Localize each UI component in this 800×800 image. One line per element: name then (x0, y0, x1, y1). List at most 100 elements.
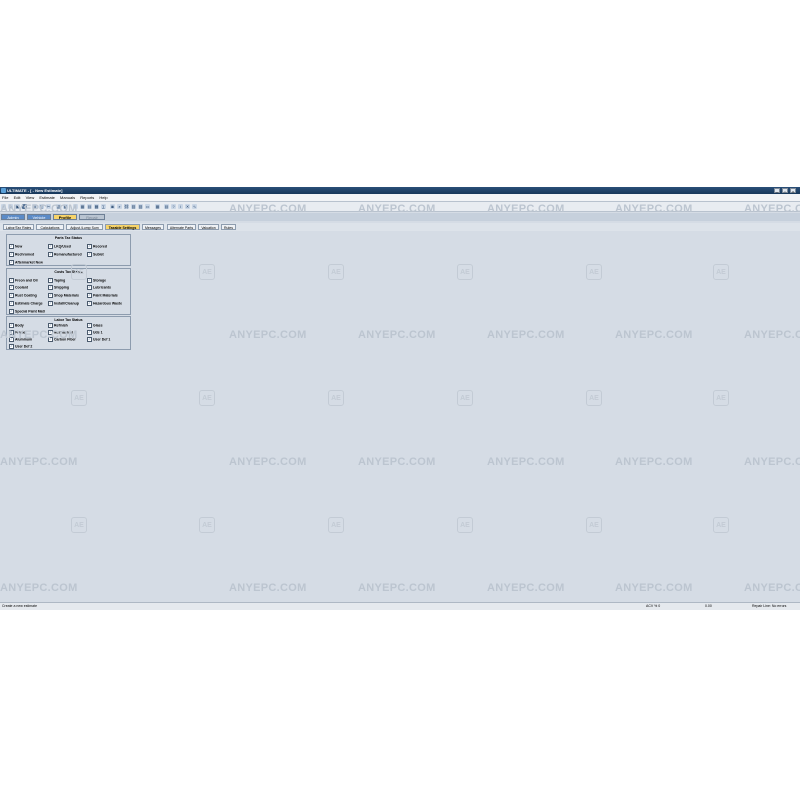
watermark-text: ANYEPC.COM (358, 329, 436, 341)
checkbox-rust-coating[interactable]: ✓ Rust Coating (9, 293, 37, 298)
watermark-text: ANYEPC.COM (358, 456, 436, 468)
checkbox-lubricants[interactable]: ✓ Lubricants (87, 285, 111, 290)
photo-icon[interactable]: ◙ (110, 204, 115, 209)
total-icon[interactable]: ∑ (101, 204, 106, 209)
help-icon[interactable]: ? (171, 204, 176, 209)
group-title: Labor Tax Status (54, 318, 83, 322)
menu-estimate[interactable]: Estimate (37, 194, 57, 200)
info-icon[interactable]: i (178, 204, 183, 209)
watermark-badge-icon: AE (457, 390, 473, 406)
watermark-text: ANYEPC.COM (0, 329, 78, 341)
tab-valuation[interactable]: Valuation (198, 224, 219, 230)
status-message: Create a new estimate (2, 604, 38, 608)
watermark-text: ANYEPC.COM (744, 203, 800, 215)
tab-taxable-settings[interactable]: Taxable Settings (105, 224, 140, 230)
menu-edit[interactable]: Edit (12, 194, 23, 200)
watermark-text: ANYEPC.COM (0, 582, 78, 594)
tab-calculations[interactable]: Calculations (36, 224, 64, 230)
menu-view[interactable]: View (24, 194, 37, 200)
menu-reports[interactable]: Reports (78, 194, 96, 200)
watermark-text: ANYEPC.COM (229, 582, 307, 594)
checkbox-uds-1[interactable]: ✓ Uds 1 (87, 330, 103, 335)
app-icon (1, 188, 6, 193)
tab-messages[interactable]: Messages (142, 224, 164, 230)
menu-help[interactable]: Help (97, 194, 109, 200)
signal-icon[interactable]: ∿ (192, 204, 197, 209)
close-icon[interactable]: × (790, 188, 796, 194)
status-repair-line: Repair Line: No errors (752, 604, 787, 608)
watermark-badge-icon: AE (586, 517, 602, 533)
checkbox-sublet[interactable]: ✓ Sublet (87, 252, 104, 257)
report-icon[interactable]: ▤ (87, 204, 92, 209)
costs-tax-status-group: Costs Tax Status ✓ Freon and Oil ✓ Taping … (6, 268, 131, 315)
watermark-badge-icon: AE (71, 517, 87, 533)
folder-icon[interactable]: ▭ (145, 204, 150, 209)
watermark-text: ANYEPC.COM (615, 203, 693, 215)
watermark-text: ANYEPC.COM (0, 456, 78, 468)
watermark-text: ANYEPC.COM (487, 456, 565, 468)
checkbox-install-cleanup[interactable]: ✓ Install/Cleanup (48, 301, 79, 306)
checkbox-estimate-charge[interactable]: ✓ Estimate Charge (9, 301, 43, 306)
tab-adjust-lump-sum[interactable]: Adjust./Lump Sum (66, 224, 103, 230)
watermark-badge-icon: AE (457, 517, 473, 533)
checkbox-paint-materials[interactable]: ✓ Paint Materials (87, 293, 118, 298)
tab-rules[interactable]: Rules (221, 224, 236, 230)
checkbox-body[interactable]: ✓ Body (9, 323, 24, 328)
watermark-badge-icon: AE (713, 264, 729, 280)
group-title: Parts Tax Status (54, 236, 83, 240)
watermark-badge-icon: AE (713, 390, 729, 406)
minimize-icon[interactable]: – (774, 188, 780, 194)
tab-alternate-parts[interactable]: Alternate Parts (167, 224, 196, 230)
calculator-icon[interactable]: ▩ (94, 204, 99, 209)
checkbox-hazardous-waste[interactable]: ✓ Hazardous Waste (87, 301, 122, 306)
link-icon[interactable]: ⛓ (124, 204, 129, 209)
checkbox-shop-materials[interactable]: ✓ Shop Materials (48, 293, 79, 298)
checkbox-storage[interactable]: ✓ Storage (87, 278, 106, 283)
watermark-badge-icon: AE (328, 517, 344, 533)
watermark-text: ANYEPC.COM (229, 329, 307, 341)
search-icon[interactable]: ⌕ (117, 204, 122, 209)
checkbox-taping[interactable]: ✓ Taping (48, 278, 65, 283)
watermark-text: ANYEPC.COM (744, 329, 800, 341)
checkbox-shipping[interactable]: ✓ Shipping (48, 285, 69, 290)
checkbox-aftermarket-new[interactable]: ✓ Aftermarket New (9, 260, 43, 265)
menu-file[interactable]: File (0, 194, 10, 200)
tab-repair[interactable]: Repair (79, 214, 105, 220)
application-window: ULTIMATE - [ - New Estimate] – ▫ × File … (0, 187, 800, 610)
checkbox-special-paint-matl[interactable]: ✓ Special Paint Matl (9, 309, 45, 314)
calendar-icon[interactable]: ▦ (155, 204, 160, 209)
watermark-text: ANYEPC.COM (744, 456, 800, 468)
menu-bar: File Edit View Estimate Manuals Reports … (0, 194, 800, 202)
checkbox-coolant[interactable]: ✓ Coolant (9, 285, 28, 290)
watermark-text: ANYEPC.COM (229, 456, 307, 468)
chart-icon[interactable]: ▨ (138, 204, 143, 209)
tab-labor-tax-rates[interactable]: Labor/Tax Rates (3, 224, 34, 230)
maximize-icon[interactable]: ▫ (782, 188, 788, 194)
watermark-text: ANYEPC.COM (0, 203, 78, 215)
grid-icon[interactable]: ▦ (80, 204, 85, 209)
watermark-text: ANYEPC.COM (358, 582, 436, 594)
checkbox-new[interactable]: ✓ New (9, 244, 22, 249)
watermark-text: ANYEPC.COM (744, 582, 800, 594)
tools-icon[interactable]: ✕ (185, 204, 190, 209)
window-title: ULTIMATE - [ - New Estimate] (7, 188, 63, 193)
image-icon[interactable]: ▧ (131, 204, 136, 209)
watermark-badge-icon: AE (457, 264, 473, 280)
checkbox-remanufactured[interactable]: ✓ Remanufactured (48, 252, 82, 257)
watermark-badge-icon: AE (328, 390, 344, 406)
checkbox-recored[interactable]: ✓ Recored (87, 244, 107, 249)
watermark-badge-icon: AE (71, 390, 87, 406)
checkbox-refinish[interactable]: ✓ Refinish (48, 323, 68, 328)
checkbox-user-def-2[interactable]: ✓ User Def 2 (9, 344, 32, 349)
checkbox-rechromed[interactable]: ✓ Rechromed (9, 252, 34, 257)
checkbox-glass[interactable]: ✓ Glass (87, 323, 103, 328)
watermark-badge-icon: AE (586, 390, 602, 406)
menu-manuals[interactable]: Manuals (58, 194, 77, 200)
watermark-badge-icon: AE (586, 264, 602, 280)
notes-icon[interactable]: ▤ (164, 204, 169, 209)
checkbox-lkq-used[interactable]: ✓ LKQ/Used (48, 244, 71, 249)
watermark-badge-icon: AE (199, 517, 215, 533)
checkbox-freon-and-oil[interactable]: ✓ Freon and Oil (9, 278, 38, 283)
title-bar[interactable]: ULTIMATE - [ - New Estimate] – ▫ × (0, 187, 800, 194)
checkbox-user-def-1[interactable]: ✓ User Def 1 (87, 337, 110, 342)
